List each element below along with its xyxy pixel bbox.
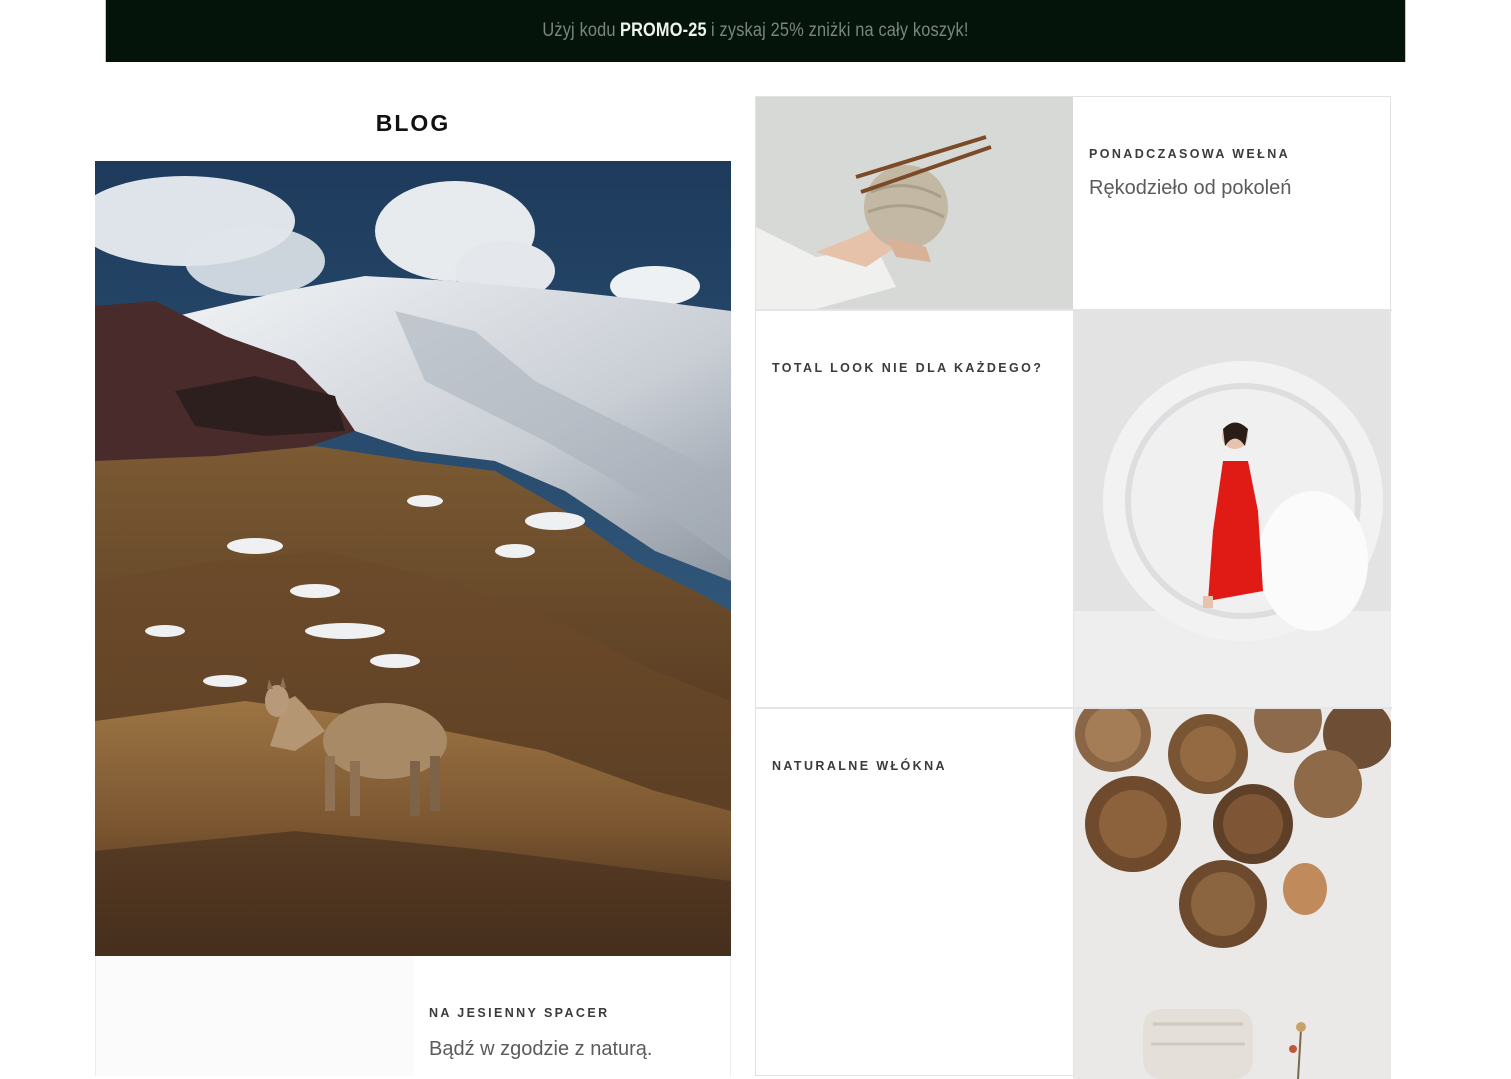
post-card-total-look[interactable]: TOTAL LOOK NIE DLA KAŻDEGO? xyxy=(756,311,1073,707)
post-subtitle: Bądź w zgodzie z naturą. xyxy=(429,1038,653,1060)
blog-title: BLOG xyxy=(375,110,451,136)
promo-prefix: Użyj kodu xyxy=(542,20,616,41)
post-image-placeholder xyxy=(96,956,414,1076)
post-card-na-jesienny-spacer[interactable]: NA JESIENNY SPACER Bądź w zgodzie z natu… xyxy=(95,956,731,1076)
post-eyebrow: NATURALNE WŁÓKNA xyxy=(772,759,947,773)
post-image-yarn[interactable] xyxy=(756,97,1073,309)
post-image-baskets[interactable] xyxy=(1073,709,1391,1079)
red-dress-image xyxy=(1073,311,1391,707)
featured-post-image[interactable] xyxy=(95,161,731,956)
blog-grid: PONADCZASOWA WEŁNA Rękodzieło od pokoleń… xyxy=(755,96,1392,1079)
yarn-image xyxy=(756,97,1073,309)
baskets-image xyxy=(1073,709,1391,1079)
post-card-ponadczasowa-welna[interactable]: PONADCZASOWA WEŁNA Rękodzieło od pokoleń xyxy=(1073,97,1391,309)
post-eyebrow: TOTAL LOOK NIE DLA KAŻDEGO? xyxy=(772,361,1044,375)
promo-suffix: i zyskaj 25% zniżki na cały koszyk! xyxy=(711,20,969,41)
alpaca-mountains-image xyxy=(95,161,731,956)
post-eyebrow: NA JESIENNY SPACER xyxy=(429,1006,610,1020)
post-image-red-dress[interactable] xyxy=(1073,311,1391,707)
promo-code: PROMO-25 xyxy=(619,20,707,41)
post-eyebrow: PONADCZASOWA WEŁNA xyxy=(1089,147,1291,161)
column-divider xyxy=(1073,311,1074,1077)
promo-bar: Użyj kodu PROMO-25 i zyskaj 25% zniżki n… xyxy=(105,0,1406,62)
post-card-naturalne-wlokna[interactable]: NATURALNE WŁÓKNA xyxy=(756,709,1073,1079)
post-subtitle: Rękodzieło od pokoleń xyxy=(1089,177,1292,199)
